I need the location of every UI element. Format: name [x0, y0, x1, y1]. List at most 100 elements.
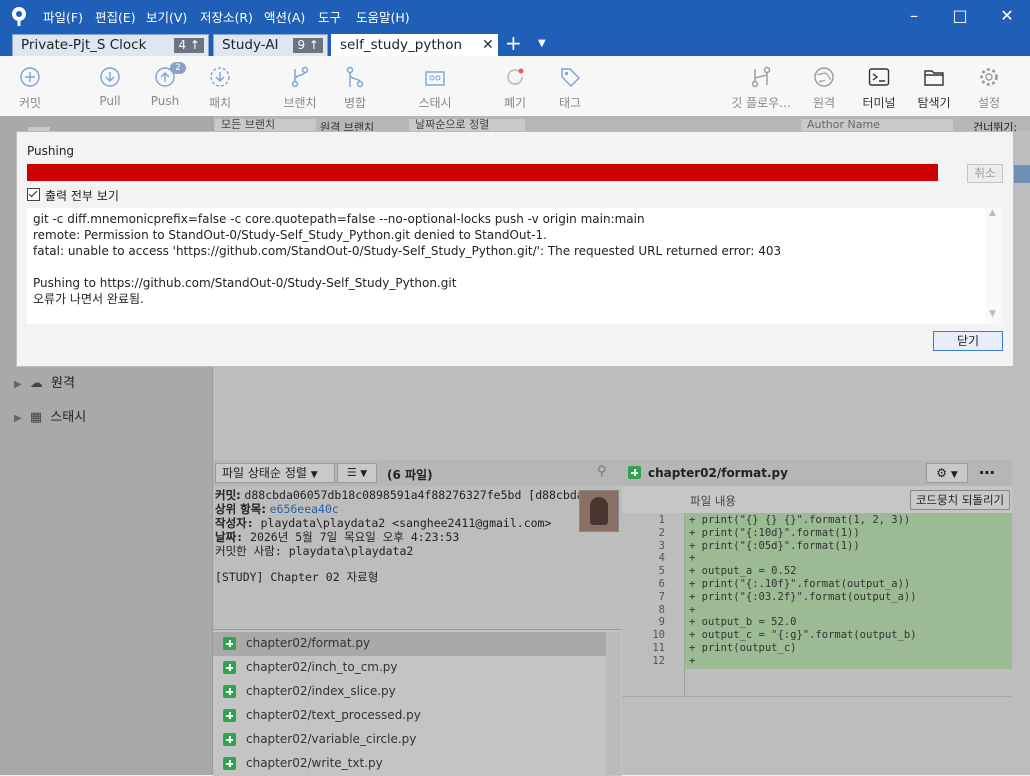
- code-text: + print(output_c): [689, 642, 797, 654]
- remote-button[interactable]: 원격: [802, 56, 846, 116]
- scroll-down-icon[interactable]: ▼: [989, 309, 996, 319]
- sidebar-item-stash[interactable]: ▶ ▦ 스태시: [14, 406, 86, 425]
- file-name: chapter02/index_slice.py: [246, 684, 396, 698]
- sort-dropdown[interactable]: 날짜순으로 정렬: [409, 119, 525, 131]
- code-text: + output_a = 0.52: [689, 565, 797, 578]
- pull-label: Pull: [99, 94, 121, 108]
- log-scrollbar[interactable]: ▲ ▼: [985, 208, 1002, 324]
- line-number: 2: [658, 526, 665, 539]
- committer-label: 커밋한 사람:: [215, 544, 282, 558]
- line-number: 11: [652, 642, 665, 654]
- diff-header: chapter02/format.py ⚙ ▼ ⋯: [622, 460, 1012, 486]
- gitflow-button[interactable]: 깃 플로우...: [728, 56, 794, 116]
- chevron-down-icon: ▼: [310, 470, 318, 480]
- tab-self-study-python[interactable]: self_study_python ✕: [331, 34, 498, 57]
- file-name: chapter02/write_txt.py: [246, 756, 383, 770]
- parent-commit-link[interactable]: e656eea40c: [270, 502, 339, 516]
- file-toolbar: 파일 상태순 정렬 ▼ ☰ ▼ (6 파일) ⚲: [213, 460, 622, 486]
- menu-file[interactable]: 파일(F): [43, 7, 83, 26]
- menu-actions[interactable]: 액션(A): [264, 7, 305, 26]
- scroll-up-icon[interactable]: ▲: [989, 208, 996, 218]
- commit-details: 커밋: d88cbda06057db18c0898591a4f88276327f…: [213, 486, 622, 629]
- show-all-output-checkbox[interactable]: 출력 전부 보기: [27, 187, 119, 204]
- tab-study-ai[interactable]: Study-AI 9 ↑: [213, 34, 328, 57]
- tab-private-pjt[interactable]: Private-Pjt_S Clock 4 ↑: [12, 34, 209, 57]
- push-button[interactable]: 2 Push: [143, 56, 187, 116]
- list-item[interactable]: chapter02/text_processed.py: [213, 704, 606, 728]
- cancel-button[interactable]: 취소: [967, 164, 1003, 183]
- close-window-button[interactable]: ✕: [985, 4, 1029, 28]
- stash-icon: [425, 71, 445, 86]
- author-search-input[interactable]: Author Name: [801, 119, 953, 131]
- diff-file-name: chapter02/format.py: [648, 466, 788, 480]
- branch-button[interactable]: 브랜치: [278, 56, 322, 116]
- more-options-icon[interactable]: ⋯: [979, 463, 995, 482]
- discard-button[interactable]: 폐기: [493, 56, 537, 116]
- code-text: + print("{:10d}".format(1)): [689, 526, 860, 539]
- branch-filter-dropdown[interactable]: 모든 브랜치: [215, 119, 316, 131]
- revert-hunk-button[interactable]: 코드뭉치 되돌리기: [910, 490, 1010, 510]
- file-added-icon: [223, 637, 236, 650]
- log-line: git -c diff.mnemonicprefix=false -c core…: [33, 212, 645, 226]
- file-added-icon: [628, 466, 641, 479]
- push-count-badge: 2: [170, 62, 186, 74]
- sidebar-item-remote[interactable]: ▶ ☁ 원격: [14, 372, 75, 391]
- chevron-down-icon: ▼: [360, 469, 368, 479]
- log-line: 오류가 나면서 완료됨.: [33, 292, 144, 306]
- file-added-icon: [223, 661, 236, 674]
- diff-line: 4 +: [623, 552, 1012, 565]
- fetch-label: 패치: [208, 96, 232, 110]
- show-all-output-label: 출력 전부 보기: [45, 189, 119, 203]
- code-text: + print("{:05d}".format(1)): [689, 539, 860, 552]
- date-row: 날짜: 2026년 5월 7일 목요일 오후 4:23:53: [215, 530, 459, 545]
- file-sort-dropdown[interactable]: 파일 상태순 정렬 ▼: [215, 463, 335, 483]
- list-item[interactable]: chapter02/write_txt.py: [213, 752, 606, 776]
- settings-button[interactable]: 설정: [967, 56, 1011, 116]
- line-number: 12: [652, 654, 665, 667]
- explorer-button[interactable]: 탐색기: [911, 56, 957, 116]
- view-mode-dropdown[interactable]: ☰ ▼: [337, 463, 377, 483]
- terminal-button[interactable]: 터미널: [856, 56, 902, 116]
- close-tab-icon[interactable]: ✕: [482, 35, 494, 55]
- list-item[interactable]: chapter02/inch_to_cm.py: [213, 656, 606, 680]
- search-icon[interactable]: ⚲: [597, 464, 607, 479]
- output-log[interactable]: git -c diff.mnemonicprefix=false -c core…: [27, 208, 985, 324]
- menu-view[interactable]: 보기(V): [146, 7, 187, 26]
- line-number: 1: [658, 514, 665, 526]
- code-text: +: [689, 603, 696, 616]
- diff-line: 3 + print("{:05d}".format(1)): [623, 540, 1012, 553]
- commit-button[interactable]: 커밋: [8, 56, 52, 116]
- pull-button[interactable]: Pull: [88, 56, 132, 116]
- list-item[interactable]: chapter02/index_slice.py: [213, 680, 606, 704]
- tag-button[interactable]: 태그: [548, 56, 592, 116]
- folder-icon: [924, 70, 944, 86]
- code-text: +: [689, 654, 696, 667]
- new-tab-plus-icon[interactable]: +: [505, 31, 522, 55]
- diff-line: 6 + print("{:.10f}".format(output_a)): [623, 578, 1012, 591]
- menu-tools[interactable]: 도구: [318, 7, 341, 26]
- ahead-count-badge: 4 ↑: [174, 38, 204, 53]
- list-item[interactable]: chapter02/format.py: [213, 632, 606, 656]
- commit-label: 커밋: [18, 96, 42, 110]
- minimize-button[interactable]: –: [892, 4, 936, 28]
- menu-help[interactable]: 도움말(H): [356, 7, 410, 26]
- pull-icon: [100, 67, 120, 87]
- file-list-scrollbar[interactable]: [606, 632, 621, 775]
- tab-label: self_study_python: [340, 37, 463, 53]
- close-button[interactable]: 닫기: [933, 331, 1003, 351]
- hunk-title: 파일 내용: [690, 494, 736, 508]
- file-name: chapter02/inch_to_cm.py: [246, 660, 398, 674]
- merge-button[interactable]: 병합: [333, 56, 377, 116]
- diff-settings-dropdown[interactable]: ⚙ ▼: [926, 463, 968, 483]
- file-added-icon: [223, 709, 236, 722]
- list-item[interactable]: chapter02/variable_circle.py: [213, 728, 606, 752]
- stash-button[interactable]: 스태시: [412, 56, 458, 116]
- main-toolbar: 커밋 Pull 2 Push 패치 브랜치 병합 스태시 폐기 태그 깃 플로우…: [0, 56, 1030, 116]
- tab-list-chevron-down-icon[interactable]: ▼: [538, 38, 546, 49]
- fetch-button[interactable]: 패치: [198, 56, 242, 116]
- menu-edit[interactable]: 편집(E): [95, 7, 136, 26]
- maximize-button[interactable]: □: [938, 4, 982, 28]
- committer-value: playdata\playdata2: [288, 544, 414, 558]
- menu-repository[interactable]: 저장소(R): [200, 7, 253, 26]
